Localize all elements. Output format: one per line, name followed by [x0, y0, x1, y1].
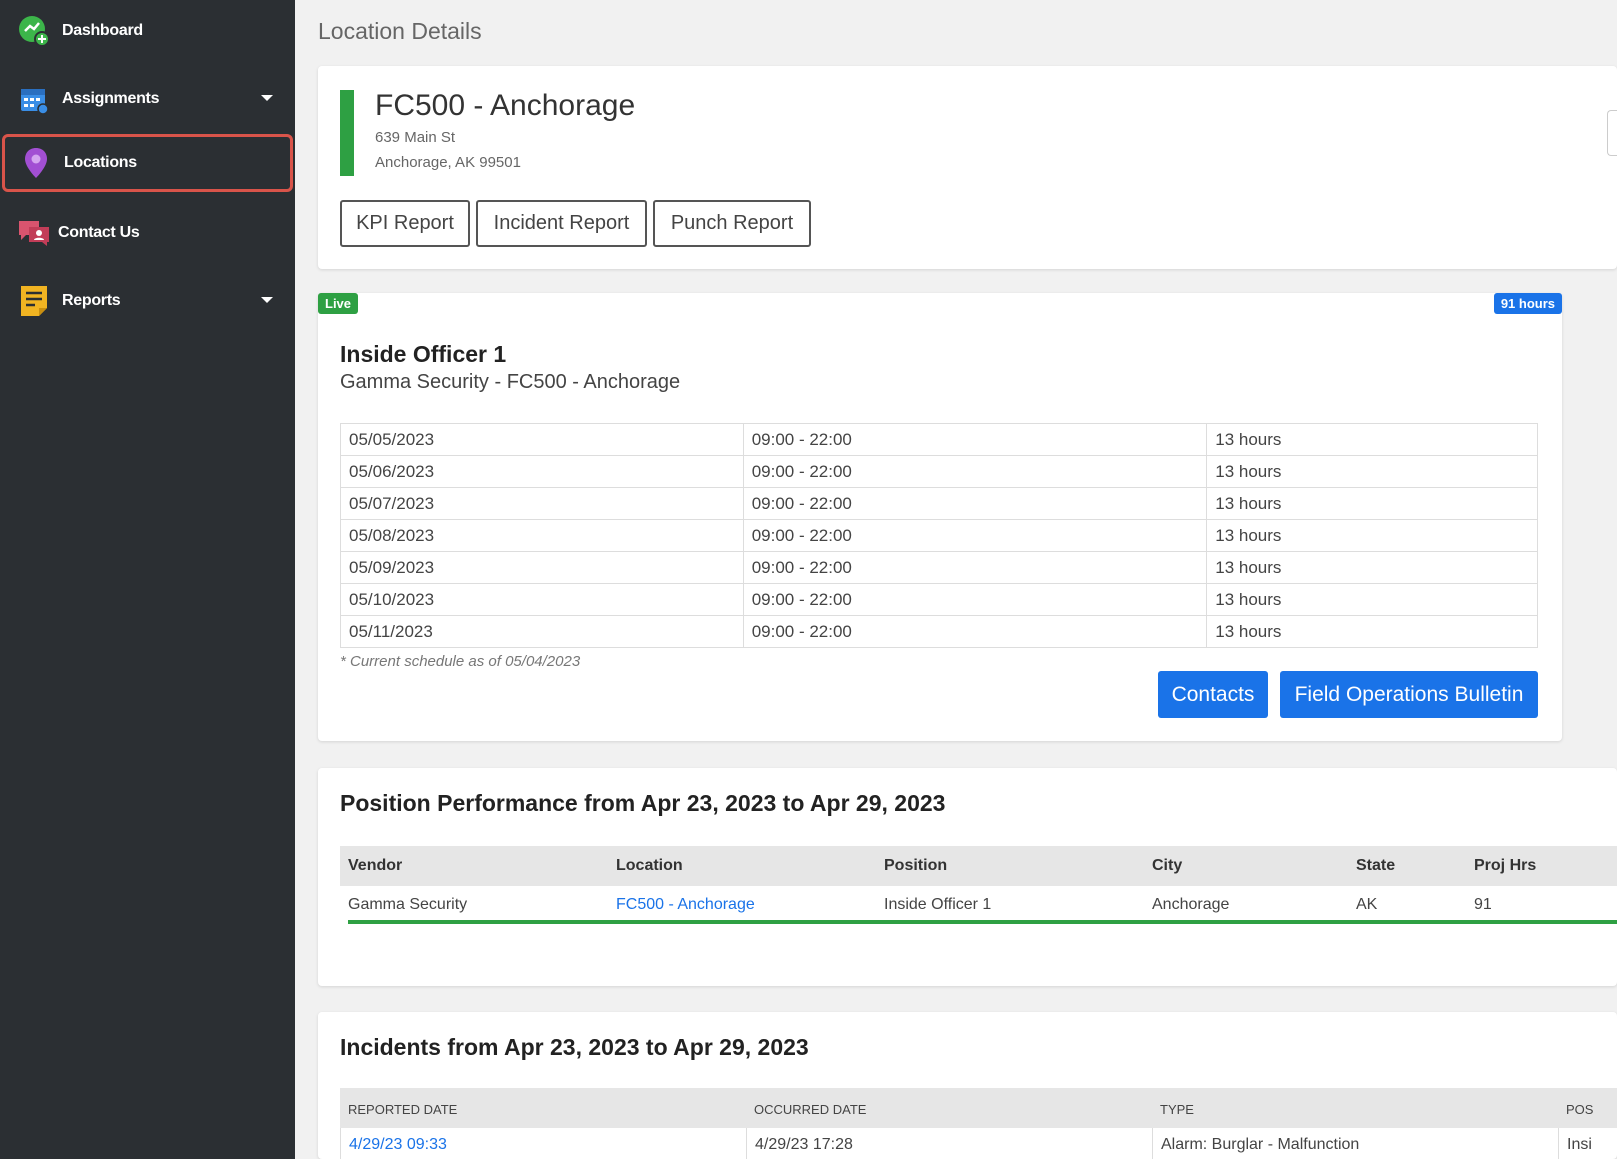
cell-position: Inside Officer 1: [884, 896, 992, 913]
performance-title: Position Performance from Apr 23, 2023 t…: [340, 790, 946, 816]
page-title: Location Details: [318, 18, 482, 44]
position-subtitle: Gamma Security - FC500 - Anchorage: [340, 371, 681, 393]
schedule-date: 05/06/2023: [340, 455, 744, 488]
schedule-date: 05/07/2023: [340, 487, 744, 520]
location-address-line2: Anchorage, AK 99501: [375, 154, 521, 171]
location-status-bar: [340, 90, 354, 176]
schedule-hours: 13 hours: [1206, 519, 1538, 552]
sidebar-item-reports[interactable]: Reports: [0, 272, 295, 330]
chat-icon: [16, 215, 52, 251]
schedule-date: 05/05/2023: [340, 423, 744, 456]
dashboard-icon: [16, 13, 52, 49]
column-header-reported-date: Reported Date: [348, 1102, 458, 1117]
performance-table-header: Vendor Location Position City State Proj…: [340, 846, 1617, 886]
contacts-button[interactable]: Contacts: [1158, 671, 1268, 718]
location-name: FC500 - Anchorage: [375, 89, 636, 122]
schedule-note: * Current schedule as of 05/04/2023: [340, 653, 581, 670]
cell-type: Alarm: Burglar - Malfunction: [1161, 1136, 1360, 1153]
column-header-occurred-date: Occurred Date: [754, 1102, 867, 1117]
incidents-table-header: Reported Date Occurred Date Type Pos: [340, 1088, 1617, 1128]
schedule-hours: 13 hours: [1206, 551, 1538, 584]
schedule-date: 05/09/2023: [340, 551, 744, 584]
performance-progress-fill: [348, 920, 1617, 924]
schedule-table: 05/05/2023 09:00 - 22:00 13 hours 05/06/20…: [340, 423, 1538, 648]
incidents-title: Incidents from Apr 23, 2023 to Apr 29, 2…: [340, 1034, 809, 1060]
incidents-card: Incidents from Apr 23, 2023 to Apr 29, 2…: [318, 1012, 1617, 1159]
schedule-hours: 13 hours: [1206, 455, 1538, 488]
column-header-position: Pos: [1566, 1102, 1594, 1117]
table-row: 05/10/2023 09:00 - 22:00 13 hours: [340, 583, 1538, 616]
live-badge: Live: [318, 293, 359, 314]
table-row: 4/29/23 09:33 4/29/23 17:28 Alarm: Burgl…: [340, 1128, 1617, 1159]
schedule-hours: 13 hours: [1206, 423, 1538, 456]
schedule-time: 09:00 - 22:00: [742, 519, 1208, 552]
location-link[interactable]: FC500 - Anchorage: [616, 896, 755, 914]
column-divider: [1558, 1128, 1559, 1159]
sidebar-item-dashboard[interactable]: Dashboard: [0, 2, 295, 60]
table-row: 05/06/2023 09:00 - 22:00 13 hours: [340, 455, 1538, 488]
column-divider: [1152, 1128, 1153, 1159]
cell-vendor: Gamma Security: [348, 896, 468, 913]
column-header-state: State: [1356, 857, 1396, 874]
reported-date-link[interactable]: 4/29/23 09:33: [349, 1136, 447, 1154]
table-row: 05/07/2023 09:00 - 22:00 13 hours: [340, 487, 1538, 520]
schedule-time: 09:00 - 22:00: [742, 455, 1208, 488]
chevron-down-icon: [261, 297, 273, 303]
schedule-time: 09:00 - 22:00: [742, 583, 1208, 616]
punch-report-button[interactable]: Punch Report: [653, 200, 811, 247]
schedule-time: 09:00 - 22:00: [742, 423, 1208, 456]
cell-proj-hrs: 91: [1474, 896, 1492, 913]
table-row: 05/08/2023 09:00 - 22:00 13 hours: [340, 519, 1538, 552]
schedule-hours: 13 hours: [1206, 583, 1538, 616]
sidebar-item-label: Contact Us: [58, 224, 140, 241]
sidebar: Dashboard Assignments Locations Contact …: [0, 0, 295, 1159]
sidebar-item-locations[interactable]: Locations: [2, 134, 293, 192]
sidebar-item-contact-us[interactable]: Contact Us: [0, 204, 295, 262]
sidebar-item-label: Locations: [64, 154, 137, 171]
cell-state: AK: [1356, 896, 1378, 913]
calendar-icon: [16, 81, 52, 117]
column-header-proj-hrs: Proj Hrs: [1474, 857, 1537, 874]
report-icon: [16, 283, 52, 319]
position-card: Live 91 hours Inside Officer 1 Gamma Sec…: [318, 293, 1562, 741]
sidebar-item-label: Reports: [62, 292, 121, 309]
performance-card: Position Performance from Apr 23, 2023 t…: [318, 768, 1617, 986]
schedule-time: 09:00 - 22:00: [742, 615, 1208, 648]
table-row: 05/05/2023 09:00 - 22:00 13 hours: [340, 423, 1538, 456]
incident-report-button[interactable]: Incident Report: [476, 200, 647, 247]
schedule-hours: 13 hours: [1206, 615, 1538, 648]
sidebar-item-assignments[interactable]: Assignments: [0, 70, 295, 128]
performance-progress-bar: [348, 920, 1617, 924]
column-header-position: Position: [884, 857, 948, 874]
schedule-date: 05/08/2023: [340, 519, 744, 552]
location-card: FC500 - Anchorage 639 Main St Anchorage,…: [318, 66, 1617, 269]
map-pin-icon: [18, 145, 54, 181]
kpi-report-button[interactable]: KPI Report: [340, 200, 470, 247]
column-header-location: Location: [616, 857, 683, 874]
column-header-type: Type: [1160, 1102, 1194, 1117]
column-divider: [746, 1128, 747, 1159]
chevron-down-icon: [261, 95, 273, 101]
field-operations-bulletin-button[interactable]: Field Operations Bulletin: [1280, 671, 1538, 718]
table-row: Gamma Security FC500 - Anchorage Inside …: [340, 886, 1617, 924]
schedule-time: 09:00 - 22:00: [742, 487, 1208, 520]
column-header-city: City: [1152, 857, 1183, 874]
table-row: 05/11/2023 09:00 - 22:00 13 hours: [340, 615, 1538, 648]
location-address-line1: 639 Main St: [375, 129, 456, 146]
schedule-date: 05/10/2023: [340, 583, 744, 616]
hours-badge: 91 hours: [1493, 293, 1562, 314]
cell-city: Anchorage: [1152, 896, 1230, 913]
schedule-time: 09:00 - 22:00: [742, 551, 1208, 584]
position-title: Inside Officer 1: [340, 341, 507, 367]
column-header-vendor: Vendor: [348, 857, 403, 874]
sidebar-item-label: Assignments: [62, 90, 160, 107]
table-row: 05/09/2023 09:00 - 22:00 13 hours: [340, 551, 1538, 584]
card-action-button-edge[interactable]: [1607, 110, 1617, 156]
cell-occurred-date: 4/29/23 17:28: [755, 1136, 853, 1153]
schedule-date: 05/11/2023: [340, 615, 744, 648]
cell-position: Insi: [1567, 1136, 1592, 1153]
schedule-hours: 13 hours: [1206, 487, 1538, 520]
sidebar-item-label: Dashboard: [62, 22, 143, 39]
